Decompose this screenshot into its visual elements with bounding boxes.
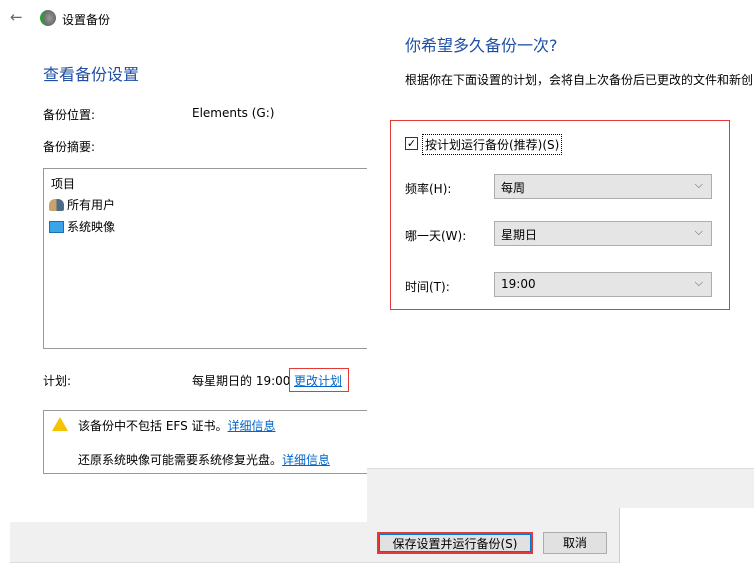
warning-repair-disc-text: 还原系统映像可能需要系统修复光盘。	[78, 453, 283, 467]
frequency-label: 频率(H):	[405, 182, 452, 196]
save-and-run-button[interactable]: 保存设置并运行备份(S)	[377, 532, 533, 554]
change-schedule-link[interactable]: 更改计划	[294, 374, 342, 388]
back-arrow-icon[interactable]: ←	[10, 8, 23, 26]
list-item[interactable]: 所有用户	[49, 196, 115, 213]
schedule-label: 计划:	[43, 374, 72, 388]
backup-app-icon	[40, 10, 56, 26]
cancel-button[interactable]: 取消	[543, 532, 607, 554]
run-on-schedule-label[interactable]: 按计划运行备份(推荐)(S)	[422, 134, 563, 155]
run-on-schedule-checkbox[interactable]: ✓	[405, 137, 418, 150]
day-select[interactable]: 星期日 ⌵	[494, 221, 712, 246]
chevron-down-icon: ⌵	[694, 276, 703, 289]
monitor-icon	[49, 220, 64, 233]
schedule-heading: 你希望多久备份一次?	[405, 36, 558, 55]
time-select[interactable]: 19:00 ⌵	[494, 272, 712, 297]
location-label: 备份位置:	[43, 108, 96, 122]
frequency-value: 每周	[501, 181, 526, 195]
warning-icon	[52, 417, 68, 431]
summary-label: 备份摘要:	[43, 140, 96, 154]
list-item-label: 系统映像	[67, 220, 116, 234]
day-value: 星期日	[501, 228, 538, 242]
frequency-select[interactable]: 每周 ⌵	[494, 174, 712, 199]
schedule-value: 每星期日的 19:00	[192, 374, 291, 388]
warning-efs-text: 该备份中不包括 EFS 证书。	[78, 419, 228, 433]
more-info-link-1[interactable]: 详细信息	[228, 419, 276, 433]
summary-header: 项目	[51, 177, 76, 191]
list-item[interactable]: 系统映像	[49, 218, 115, 235]
schedule-description: 根据你在下面设置的计划，会将自上次备份后已更改的文件和新创	[405, 73, 754, 87]
summary-list[interactable]: 项目 所有用户 系统映像	[43, 168, 373, 349]
more-info-link-2[interactable]: 详细信息	[282, 453, 330, 467]
chevron-down-icon: ⌵	[694, 178, 703, 191]
time-value: 19:00	[501, 277, 536, 291]
time-label: 时间(T):	[405, 280, 450, 294]
list-item-label: 所有用户	[67, 198, 116, 212]
window-title: 设置备份	[62, 13, 111, 27]
warning-box: 该备份中不包括 EFS 证书。详细信息 还原系统映像可能需要系统修复光盘。详细信…	[43, 410, 373, 474]
day-label: 哪一天(W):	[405, 229, 467, 243]
location-value: Elements (G:)	[192, 106, 275, 120]
users-icon	[49, 198, 64, 211]
chevron-down-icon: ⌵	[694, 225, 703, 238]
page-title: 查看备份设置	[43, 65, 140, 84]
schedule-panel-footer	[367, 468, 754, 508]
